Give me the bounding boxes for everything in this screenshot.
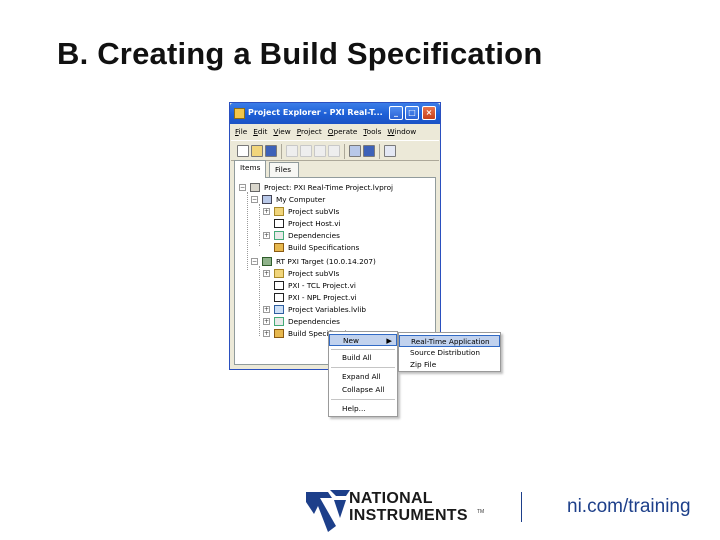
slide-title: B. Creating a Build Specification: [57, 36, 543, 71]
submenu-arrow-icon: ▶: [386, 336, 392, 345]
menu-separator: [331, 349, 395, 350]
menu-file[interactable]: File: [235, 127, 247, 136]
tree-item-label: Dependencies: [288, 231, 340, 240]
tree-item-label: PXI - TCL Project.vi: [288, 281, 356, 290]
maximize-button[interactable]: □: [405, 106, 419, 120]
national-instruments-logo: NATIONAL INSTRUMENTS TM: [306, 488, 485, 532]
tree-item-label: Build Specifications: [288, 243, 360, 252]
delete-icon[interactable]: [328, 145, 340, 157]
toolbar-separator: [344, 144, 345, 159]
tree-item-label: Project subVIs: [288, 269, 340, 278]
vi-icon: [274, 293, 284, 302]
menu-separator: [331, 399, 395, 400]
view-options-icon[interactable]: [384, 145, 396, 157]
footer-divider: [521, 492, 522, 522]
dependencies-icon: [274, 231, 284, 240]
menu-tools[interactable]: Tools: [363, 127, 381, 136]
computer-icon: [262, 195, 272, 204]
folder-icon: [274, 269, 284, 278]
menu-item-source-distribution[interactable]: Source Distribution: [399, 347, 500, 359]
collapse-icon[interactable]: −: [251, 258, 258, 265]
menu-window[interactable]: Window: [387, 127, 416, 136]
menu-item-real-time-application[interactable]: Real-Time Application: [399, 335, 500, 347]
expand-icon[interactable]: +: [263, 318, 270, 325]
project-icon: [250, 183, 260, 192]
expand-icon[interactable]: +: [263, 306, 270, 313]
tree-item-label: Project: PXI Real-Time Project.lvproj: [264, 183, 394, 192]
tree-item-label: Dependencies: [288, 317, 340, 326]
expand-icon[interactable]: +: [263, 330, 270, 337]
new-icon[interactable]: [237, 145, 249, 157]
new-submenu: Real-Time Application Source Distributio…: [398, 332, 501, 372]
project-explorer-icon: [234, 108, 245, 119]
context-menu: New ▶ Build All Expand All Collapse All …: [328, 331, 398, 417]
menu-item-label: New: [343, 336, 359, 345]
toolbar-separator: [281, 144, 282, 159]
menu-item-help[interactable]: Help...: [329, 403, 397, 415]
tree-item-label: Project Host.vi: [288, 219, 341, 228]
menu-edit[interactable]: Edit: [253, 127, 267, 136]
tree-connector: [259, 204, 260, 246]
tree-connector: [247, 192, 248, 270]
menu-item-zip-file[interactable]: Zip File: [399, 359, 500, 371]
toolbar-separator: [379, 144, 380, 159]
tree-item-label: Project subVIs: [288, 207, 340, 216]
menu-view[interactable]: View: [273, 127, 290, 136]
expand-icon[interactable]: +: [263, 208, 270, 215]
close-button[interactable]: ×: [422, 106, 436, 120]
logo-line-2: INSTRUMENTS: [349, 507, 468, 524]
build-icon[interactable]: [349, 145, 361, 157]
vi-icon: [274, 219, 284, 228]
expand-icon[interactable]: +: [263, 232, 270, 239]
minimize-button[interactable]: _: [389, 106, 403, 120]
collapse-icon[interactable]: −: [251, 196, 258, 203]
logo-line-1: NATIONAL: [349, 490, 433, 507]
tree-item-label: Project Variables.lvlib: [288, 305, 366, 314]
trademark-mark: TM: [477, 509, 485, 515]
ni-eagle-icon: [306, 490, 350, 532]
project-explorer-window[interactable]: Project Explorer - PXI Real-T... _ □ × F…: [229, 102, 441, 370]
menu-operate[interactable]: Operate: [328, 127, 358, 136]
build-spec-icon: [274, 243, 284, 252]
tab-files[interactable]: Files: [269, 162, 299, 178]
tree-item-label: RT PXI Target (10.0.14.207): [276, 257, 376, 266]
paste-icon[interactable]: [314, 145, 326, 157]
library-icon: [274, 305, 284, 314]
folder-icon: [274, 207, 284, 216]
toolbar: [231, 140, 439, 161]
footer-url: ni.com/training: [567, 496, 691, 517]
expand-icon[interactable]: +: [263, 270, 270, 277]
cut-icon[interactable]: [286, 145, 298, 157]
tree-item-label: PXI - NPL Project.vi: [288, 293, 357, 302]
menu-item-new[interactable]: New ▶: [329, 334, 397, 346]
vi-icon: [274, 281, 284, 290]
menu-bar: File Edit View Project Operate Tools Win…: [230, 124, 440, 139]
menu-item-build-all[interactable]: Build All: [329, 352, 397, 364]
menu-project[interactable]: Project: [297, 127, 322, 136]
dependencies-icon: [274, 317, 284, 326]
tree-connector: [259, 266, 260, 336]
deploy-icon[interactable]: [363, 145, 375, 157]
title-bar[interactable]: Project Explorer - PXI Real-T... _ □ ×: [230, 103, 440, 124]
window-title: Project Explorer - PXI Real-T...: [248, 108, 383, 117]
menu-item-collapse-all[interactable]: Collapse All: [329, 384, 397, 396]
tab-items[interactable]: Items: [234, 160, 267, 178]
collapse-icon[interactable]: −: [239, 184, 246, 191]
menu-item-expand-all[interactable]: Expand All: [329, 371, 397, 383]
menu-separator: [331, 367, 395, 368]
open-icon[interactable]: [251, 145, 263, 157]
tree-item-label: My Computer: [276, 195, 326, 204]
build-spec-icon: [274, 329, 284, 338]
copy-icon[interactable]: [300, 145, 312, 157]
target-icon: [262, 257, 272, 266]
save-all-icon[interactable]: [265, 145, 277, 157]
